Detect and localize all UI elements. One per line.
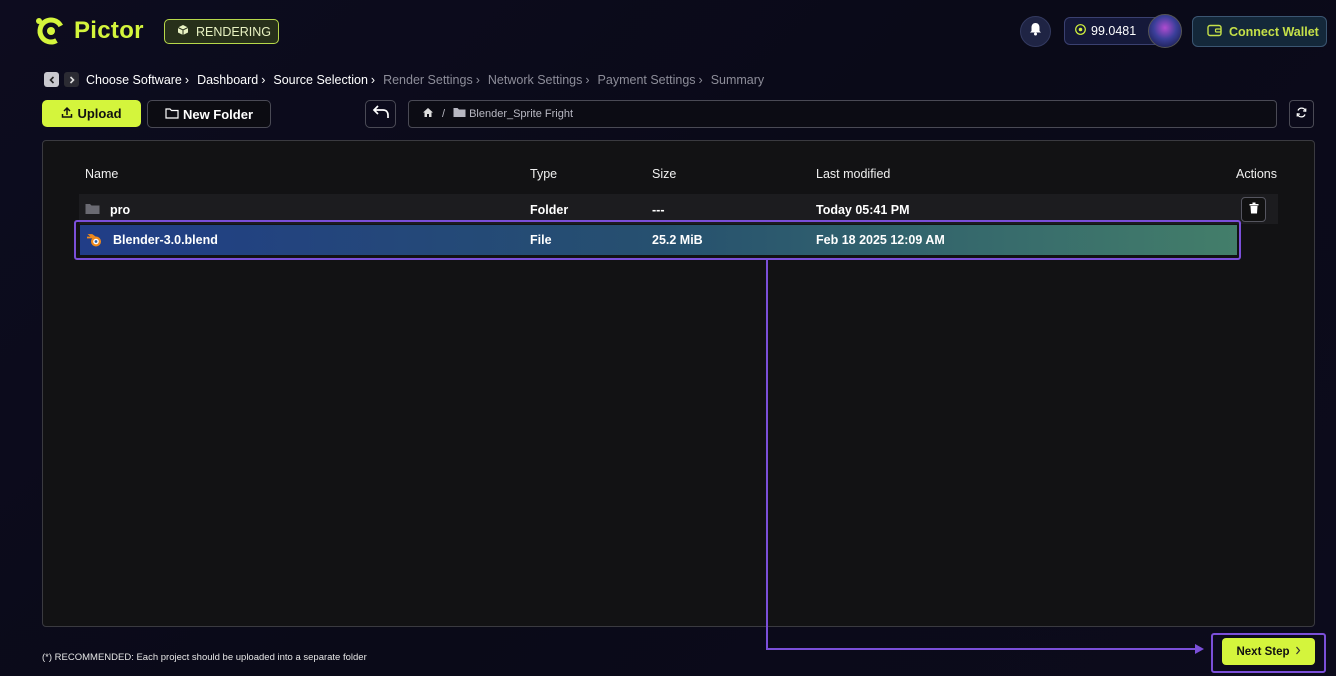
next-step-button[interactable]: Next Step [1222, 638, 1315, 665]
column-header-type[interactable]: Type [530, 167, 557, 181]
home-icon[interactable] [422, 107, 434, 121]
next-step-label: Next Step [1236, 645, 1290, 658]
annotation-connector [766, 260, 768, 650]
row-type: Folder [530, 203, 569, 217]
rendering-mode-badge[interactable]: RENDERING [164, 19, 279, 44]
undo-arrow-icon [372, 104, 390, 124]
breadcrumb-item[interactable]: Dashboard › [197, 73, 265, 87]
mode-badge-label: RENDERING [196, 24, 272, 39]
breadcrumb-item[interactable]: Payment Settings › [598, 73, 703, 87]
breadcrumb-item[interactable]: Summary [711, 73, 764, 87]
arrow-right-icon [1195, 644, 1204, 654]
column-header-modified[interactable]: Last modified [816, 167, 890, 181]
folder-outline-icon [165, 107, 179, 122]
breadcrumb-item[interactable]: Choose Software › [86, 73, 189, 87]
recommendation-note: (*) RECOMMENDED: Each project should be … [42, 652, 367, 663]
row-type: File [530, 233, 552, 247]
chevron-right-icon [1295, 646, 1301, 658]
app-logo[interactable]: Pictor [34, 14, 144, 48]
column-header-size[interactable]: Size [652, 167, 676, 181]
row-modified: Today 05:41 PM [816, 203, 910, 217]
new-folder-button[interactable]: New Folder [147, 100, 271, 128]
annotation-connector [766, 648, 1198, 650]
column-header-actions: Actions [1236, 167, 1277, 181]
row-size: 25.2 MiB [652, 233, 703, 247]
pictor-logo-icon [34, 14, 68, 48]
top-bar: Pictor RENDERING 99.0481 Connect Wallet [0, 0, 1336, 62]
app-name: Pictor [74, 17, 144, 44]
refresh-button[interactable] [1289, 100, 1314, 128]
connect-wallet-button[interactable]: Connect Wallet [1192, 16, 1327, 47]
trash-icon [1249, 201, 1259, 219]
chevron-left-icon [48, 73, 56, 87]
blender-icon [86, 233, 103, 250]
new-folder-label: New Folder [182, 106, 254, 122]
bell-icon [1029, 22, 1042, 41]
notifications-button[interactable] [1020, 16, 1051, 47]
upload-icon [61, 106, 73, 121]
column-header-name[interactable]: Name [85, 167, 118, 181]
user-avatar[interactable] [1148, 14, 1182, 48]
upload-button[interactable]: Upload [42, 100, 141, 127]
token-icon [1075, 24, 1086, 38]
refresh-icon [1296, 105, 1307, 123]
breadcrumb: Choose Software › Dashboard › Source Selec… [44, 72, 772, 87]
path-folder-name[interactable]: Blender_Sprite Fright [469, 108, 573, 120]
path-separator: / [442, 108, 446, 120]
delete-button[interactable] [1241, 197, 1266, 222]
breadcrumb-item[interactable]: Render Settings › [383, 73, 480, 87]
balance-value: 99.0481 [1091, 24, 1137, 38]
folder-icon [85, 203, 100, 218]
back-nav-button[interactable] [44, 72, 59, 87]
row-size: --- [652, 203, 665, 217]
row-modified: Feb 18 2025 12:09 AM [816, 233, 945, 247]
connect-wallet-label: Connect Wallet [1229, 24, 1319, 39]
cube-icon [177, 24, 189, 39]
wallet-icon [1207, 24, 1222, 40]
chevron-right-icon [68, 73, 76, 87]
folder-icon [453, 107, 466, 121]
row-name[interactable]: pro [110, 203, 130, 217]
breadcrumb-item[interactable]: Source Selection › [273, 73, 375, 87]
row-name[interactable]: Blender-3.0.blend [113, 233, 218, 247]
upload-label: Upload [77, 106, 122, 121]
forward-nav-button[interactable] [64, 72, 79, 87]
path-bar[interactable]: / Blender_Sprite Fright [408, 100, 1277, 128]
breadcrumb-item[interactable]: Network Settings › [488, 73, 590, 87]
go-back-button[interactable] [365, 100, 396, 128]
